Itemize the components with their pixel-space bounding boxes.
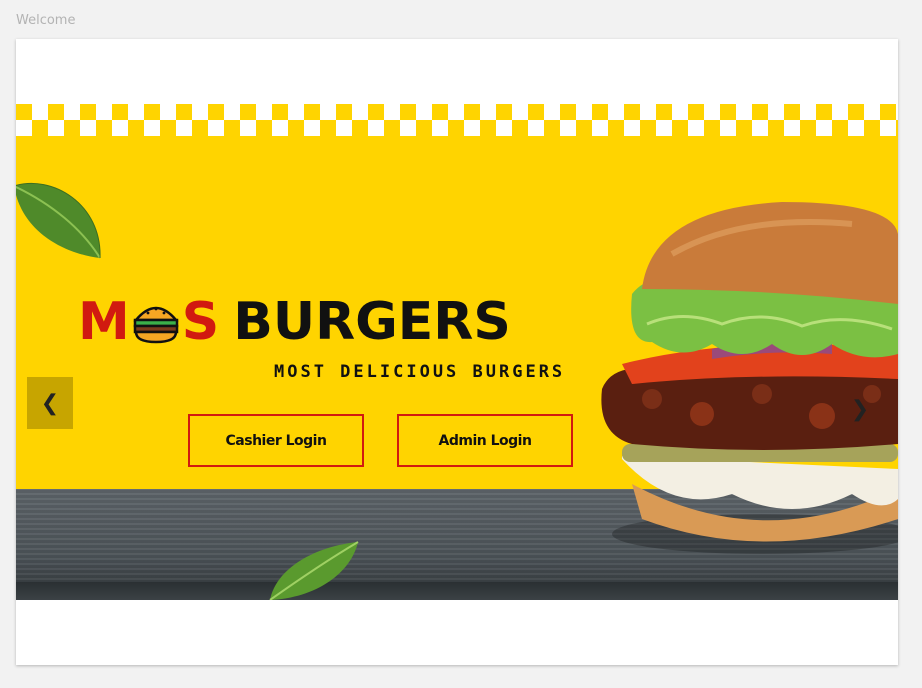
table-edge: [16, 582, 898, 600]
carousel-prev-button[interactable]: ❮: [27, 377, 73, 429]
carousel-next-button[interactable]: ❯: [848, 394, 872, 424]
logo-letter-s: S: [181, 292, 220, 352]
admin-login-button[interactable]: Admin Login: [397, 414, 573, 467]
hero-banner: M S BURGERS MOST DELICIOUS BURGERS Cashi…: [16, 104, 898, 600]
welcome-card: M S BURGERS MOST DELICIOUS BURGERS Cashi…: [16, 39, 898, 665]
window-title: Welcome: [16, 13, 76, 28]
checker-strip: [16, 104, 898, 136]
logo-letter-m: M: [78, 292, 130, 352]
logo-word: BURGERS: [233, 292, 511, 352]
brand-logo: M S BURGERS: [78, 292, 511, 352]
burger-icon: [133, 306, 179, 344]
cashier-login-button[interactable]: Cashier Login: [188, 414, 364, 467]
chevron-right-icon: ❯: [850, 396, 870, 422]
burger-image: [601, 202, 898, 554]
chevron-left-icon: ❮: [40, 390, 60, 416]
tagline: MOST DELICIOUS BURGERS: [274, 362, 566, 382]
leaf-icon: [16, 182, 101, 259]
leaf-icon: [269, 541, 359, 600]
